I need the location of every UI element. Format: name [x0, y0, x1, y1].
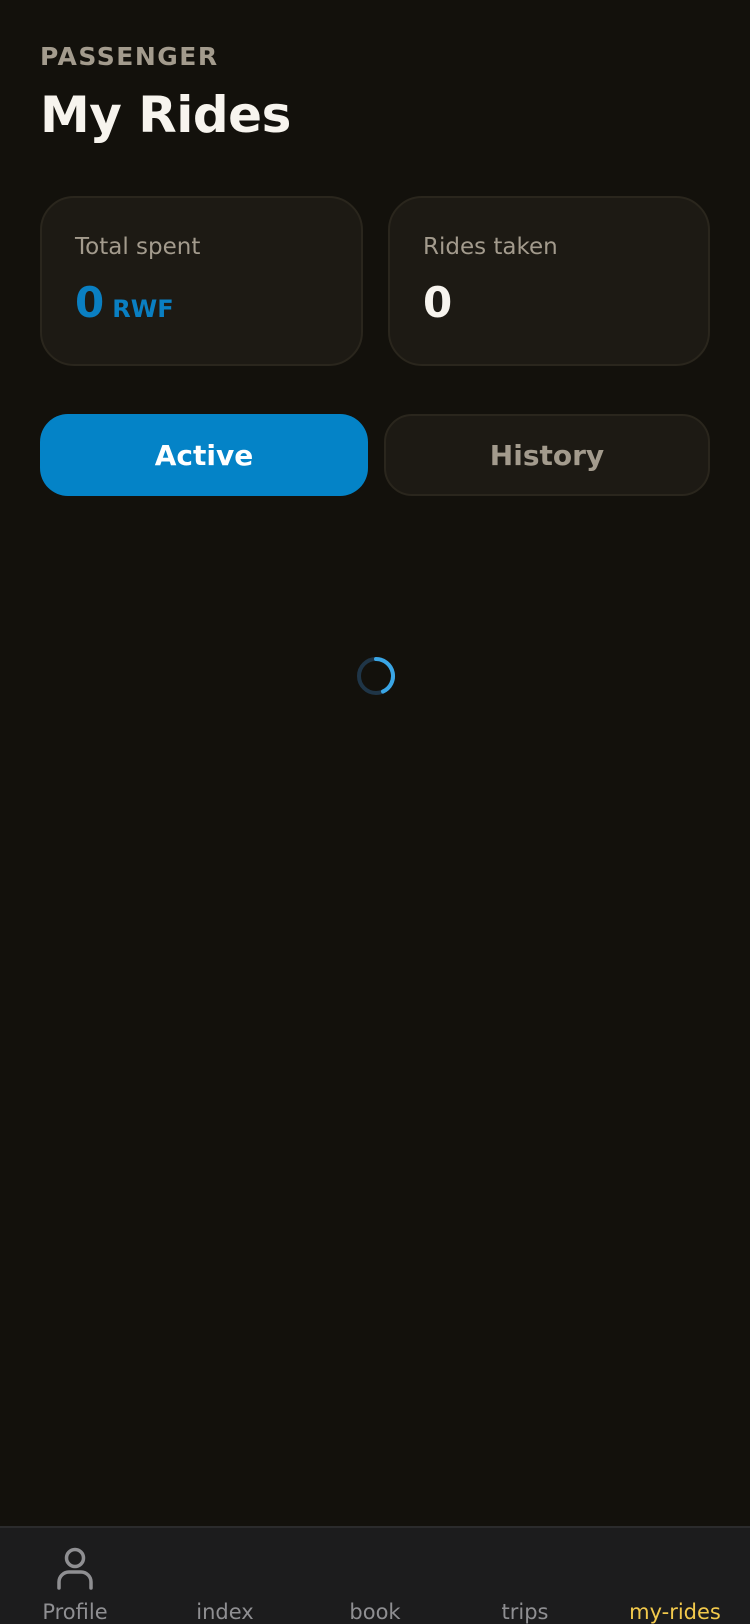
nav-item-trips[interactable]: trips — [450, 1528, 600, 1624]
nav-item-my-rides[interactable]: my-rides — [600, 1528, 750, 1624]
nav-item-index[interactable]: index — [150, 1528, 300, 1624]
nav-label-profile: Profile — [42, 1600, 108, 1624]
nav-label-book: book — [349, 1600, 401, 1624]
currency-unit: RWF — [112, 295, 174, 323]
nav-label-trips: trips — [501, 1600, 549, 1624]
user-icon — [57, 1547, 93, 1590]
role-label: PASSENGER — [40, 42, 219, 71]
my-rides-screen: PASSENGER My Rides Total spent 0 RWF Rid… — [0, 0, 750, 1624]
nav-label-my-rides: my-rides — [629, 1600, 721, 1624]
rides-taken-value-row: 0 — [423, 278, 452, 327]
rides-taken-value: 0 — [423, 278, 453, 327]
total-spent-value-row: 0 RWF — [75, 278, 174, 327]
page-title: My Rides — [40, 86, 291, 144]
total-spent-label: Total spent — [75, 234, 201, 260]
rides-taken-card: Rides taken 0 — [388, 196, 710, 366]
spinner-icon — [357, 657, 396, 695]
rides-taken-label: Rides taken — [423, 234, 558, 260]
nav-item-profile[interactable]: Profile — [0, 1528, 150, 1624]
tab-history[interactable]: History — [384, 414, 710, 496]
tab-active[interactable]: Active — [40, 414, 368, 496]
nav-item-book[interactable]: book — [300, 1528, 450, 1624]
total-spent-card: Total spent 0 RWF — [40, 196, 363, 366]
nav-label-index: index — [196, 1600, 254, 1624]
total-spent-value: 0 — [75, 278, 105, 327]
bottom-nav: Profile index book trips my-rides — [0, 1526, 750, 1624]
